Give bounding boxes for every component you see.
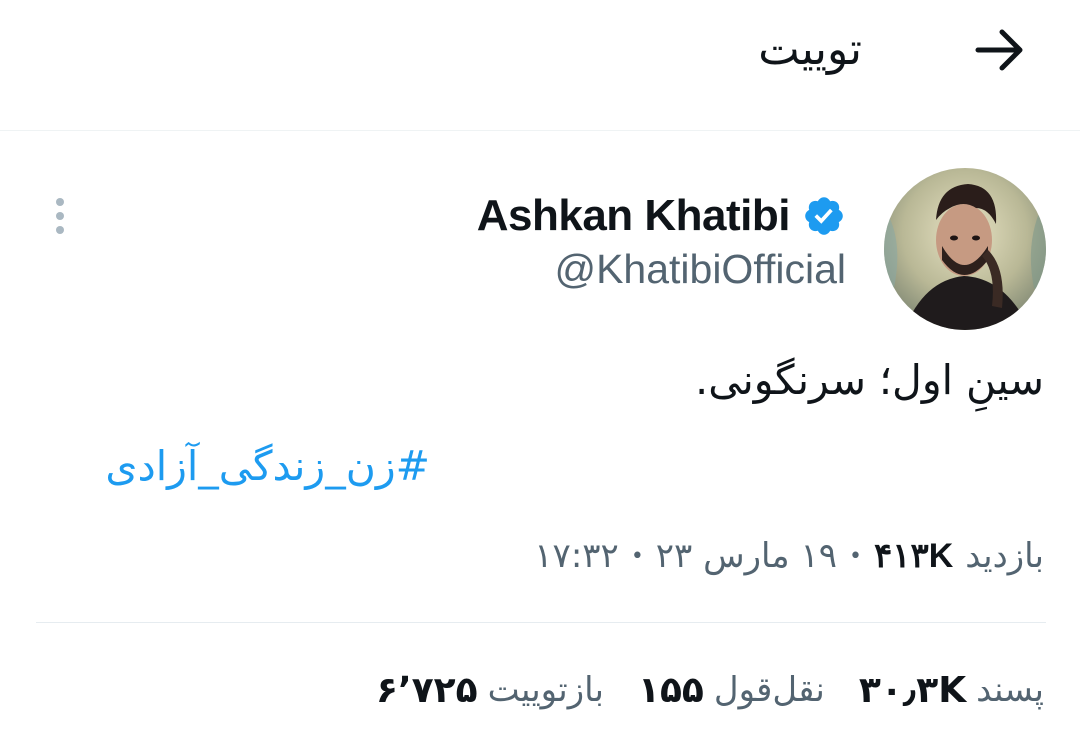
likes-stat[interactable]: ۳۰٫۳K پسند bbox=[859, 670, 1044, 711]
header-divider bbox=[0, 130, 1080, 131]
retweets-label: بازتوییت bbox=[487, 670, 604, 710]
tweet-meta: ۱۷:۳۲ • ۱۹ مارس ۲۳ • ۴۱۳K بازدید bbox=[534, 528, 1044, 584]
quotes-label: نقل‌قول bbox=[713, 670, 825, 710]
verified-badge-icon bbox=[805, 197, 843, 235]
retweets-count: ۶٬۷۲۵ bbox=[376, 669, 478, 711]
hashtag-link[interactable]: #زن_زندگی_آزادی bbox=[105, 434, 430, 498]
retweets-stat[interactable]: ۶٬۷۲۵ بازتوییت bbox=[376, 670, 604, 711]
avatar[interactable] bbox=[884, 168, 1046, 330]
top-bar: توییت bbox=[0, 0, 1080, 130]
stats-divider bbox=[36, 622, 1046, 623]
likes-label: پسند bbox=[976, 670, 1044, 710]
more-dot-icon bbox=[56, 226, 64, 234]
likes-count: ۳۰٫۳K bbox=[858, 669, 967, 711]
tweet-text: سینِ اول؛ سرنگونی. bbox=[695, 356, 1044, 404]
author-handle[interactable]: @KhatibiOfficial bbox=[554, 246, 846, 293]
separator-dot: • bbox=[848, 543, 862, 569]
tweet-date[interactable]: ۱۹ مارس ۲۳ bbox=[656, 536, 837, 576]
more-options-button[interactable] bbox=[46, 192, 74, 240]
engagement-stats: ۶٬۷۲۵ بازتوییت ۱۵۵ نقل‌قول ۳۰٫۳K پسند bbox=[376, 662, 1044, 718]
quotes-count: ۱۵۵ bbox=[637, 669, 704, 711]
quotes-stat[interactable]: ۱۵۵ نقل‌قول bbox=[638, 670, 825, 711]
more-dot-icon bbox=[56, 198, 64, 206]
views-count: ۴۱۳K bbox=[873, 537, 954, 575]
more-dot-icon bbox=[56, 212, 64, 220]
arrow-right-icon bbox=[975, 29, 1023, 71]
author-name[interactable]: Ashkan Khatibi bbox=[477, 191, 791, 241]
author-name-row[interactable]: Ashkan Khatibi bbox=[477, 188, 846, 244]
tweet-time[interactable]: ۱۷:۳۲ bbox=[534, 536, 619, 576]
page-title: توییت bbox=[758, 24, 862, 75]
views-label: بازدید bbox=[965, 536, 1044, 576]
profile-photo bbox=[884, 168, 1046, 330]
back-button[interactable] bbox=[972, 22, 1028, 78]
separator-dot: • bbox=[630, 543, 644, 569]
